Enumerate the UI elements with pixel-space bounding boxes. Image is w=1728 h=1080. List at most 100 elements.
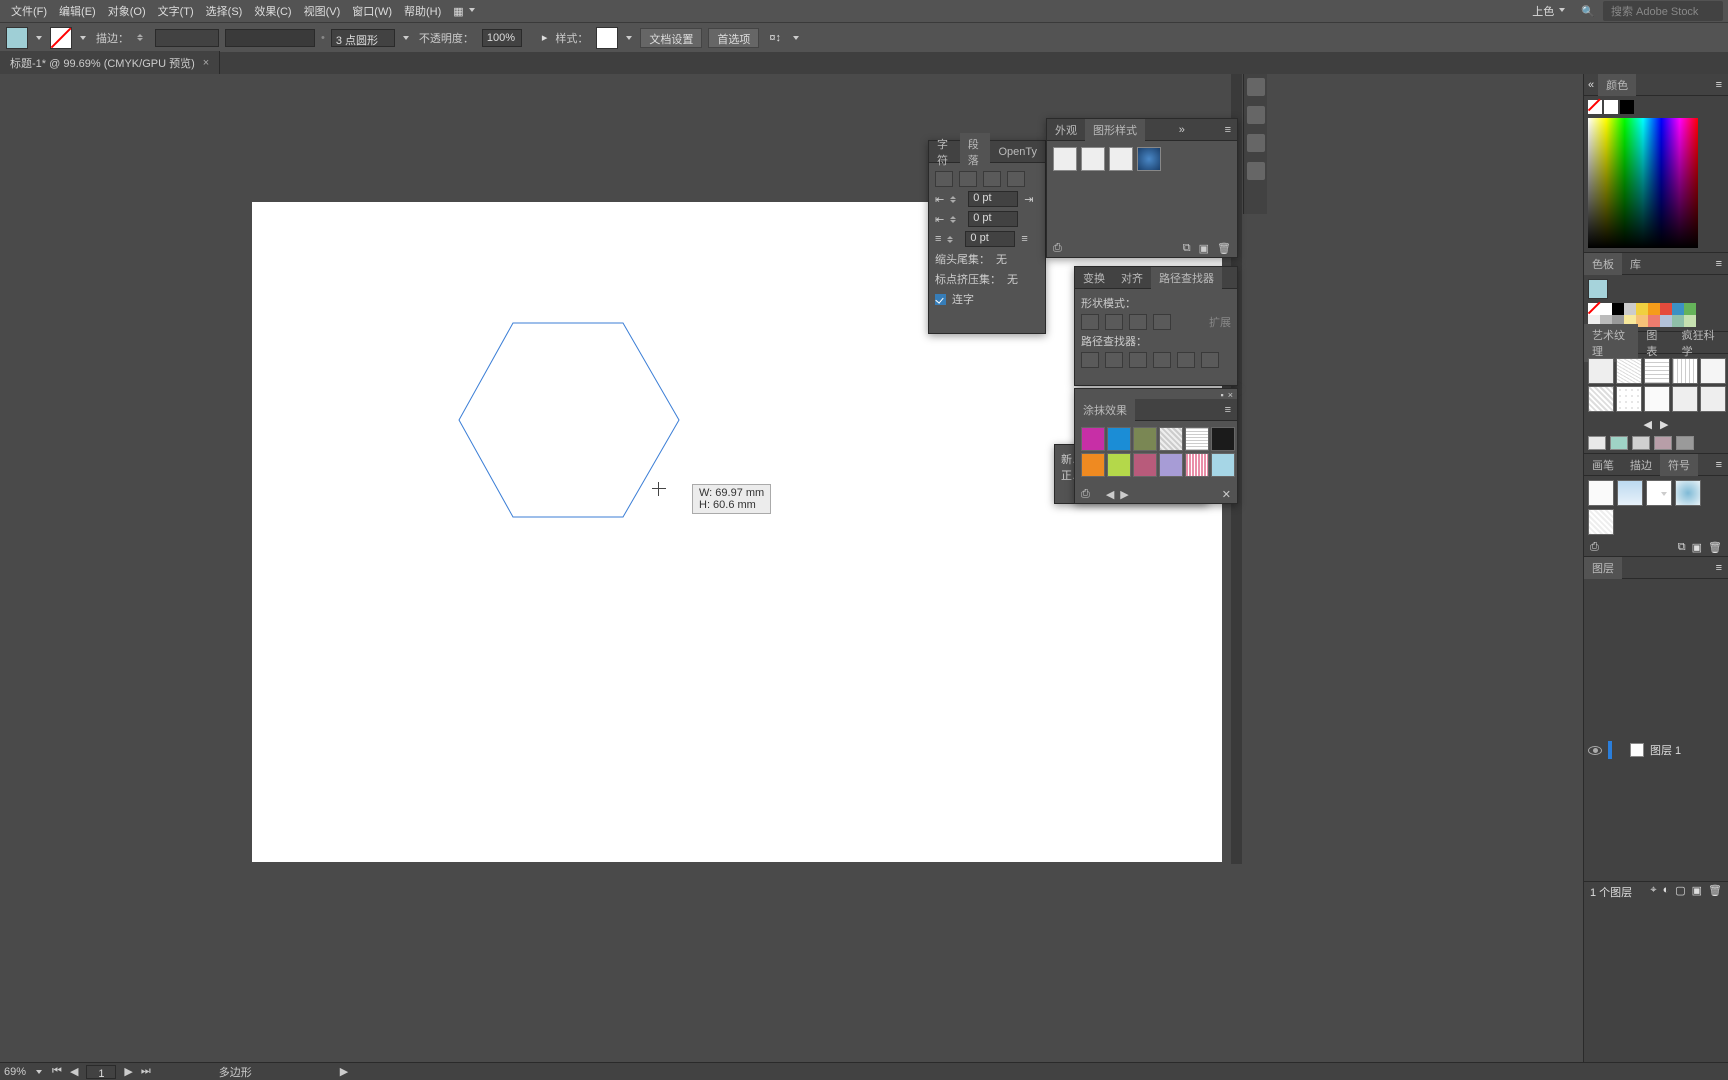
opacity-input[interactable]: 100%: [482, 29, 522, 47]
color-group-1[interactable]: [1588, 436, 1606, 450]
swatches-menu-icon[interactable]: ≡: [1710, 256, 1728, 272]
stroke-weight-stepper[interactable]: [137, 30, 149, 46]
first-line-input[interactable]: 0 pt: [968, 211, 1018, 227]
smudge-prev-icon[interactable]: ◀: [1106, 488, 1114, 501]
menu-object[interactable]: 对象(O): [102, 1, 152, 21]
intersect-icon[interactable]: [1129, 314, 1147, 330]
menu-edit[interactable]: 编辑(E): [53, 1, 102, 21]
pattern-4[interactable]: [1672, 358, 1698, 384]
indent-left-stepper[interactable]: [950, 191, 962, 207]
arrange-icon[interactable]: ▦: [447, 3, 482, 20]
document-tab[interactable]: 标题-1* @ 99.69% (CMYK/GPU 预览) ×: [0, 51, 220, 75]
smudge-sw-2[interactable]: [1107, 427, 1131, 451]
layer-locate-icon[interactable]: ⌖: [1650, 884, 1656, 900]
tab-chart[interactable]: 图表: [1638, 324, 1673, 362]
tab-close-icon[interactable]: ×: [203, 57, 209, 69]
sw-white[interactable]: [1600, 303, 1612, 315]
kinsoku-value[interactable]: 无: [996, 251, 1007, 267]
pattern-1[interactable]: [1588, 358, 1614, 384]
tab-opentype[interactable]: OpenTy: [990, 143, 1045, 161]
menu-effect[interactable]: 效果(C): [248, 1, 297, 21]
brush-definition[interactable]: 3 点圆形: [331, 29, 395, 47]
pattern-8[interactable]: [1644, 386, 1670, 412]
minus-front-icon[interactable]: [1105, 314, 1123, 330]
smudge-sw-5[interactable]: [1185, 427, 1209, 451]
tab-color[interactable]: 颜色: [1598, 74, 1636, 96]
pattern-3[interactable]: [1644, 358, 1670, 384]
pattern-9[interactable]: [1672, 386, 1698, 412]
menu-help[interactable]: 帮助(H): [398, 1, 447, 21]
pattern-10[interactable]: [1700, 386, 1726, 412]
sw-3[interactable]: [1624, 303, 1636, 315]
tab-art-texture[interactable]: 艺术纹理: [1584, 324, 1638, 362]
symbol-2[interactable]: [1617, 480, 1643, 506]
unite-icon[interactable]: [1081, 314, 1099, 330]
divide-icon[interactable]: [1081, 352, 1099, 368]
smudge-sw-4[interactable]: [1159, 427, 1183, 451]
color-group-5[interactable]: [1676, 436, 1694, 450]
prefs-button[interactable]: 首选项: [708, 28, 759, 48]
style-dropdown[interactable]: [624, 33, 634, 43]
outline-icon[interactable]: [1177, 352, 1195, 368]
layer-row[interactable]: 图层 1: [1584, 739, 1728, 761]
sw-5[interactable]: [1648, 303, 1660, 315]
hyphenate-checkbox[interactable]: [935, 294, 946, 305]
smudge-sw-3[interactable]: [1133, 427, 1157, 451]
color-group-3[interactable]: [1632, 436, 1650, 450]
tab-brush[interactable]: 画笔: [1584, 454, 1622, 476]
space-before-input[interactable]: 0 pt: [965, 231, 1015, 247]
gs-default-thumb[interactable]: [1053, 147, 1077, 171]
tab-align[interactable]: 对齐: [1113, 267, 1151, 289]
stroke-swatch[interactable]: [50, 27, 72, 49]
smudge-close-footer-icon[interactable]: ✕: [1222, 488, 1231, 501]
menu-window[interactable]: 窗口(W): [346, 1, 398, 21]
smudge-sw-12[interactable]: [1211, 453, 1235, 477]
layer-name[interactable]: 图层 1: [1650, 742, 1681, 758]
color-menu-icon[interactable]: ≡: [1710, 77, 1728, 93]
tab-layers[interactable]: 图层: [1584, 557, 1622, 579]
sw-7[interactable]: [1672, 303, 1684, 315]
pattern-7[interactable]: [1616, 386, 1642, 412]
symbol-dropdown[interactable]: [1646, 480, 1672, 506]
fill-swatch[interactable]: [6, 27, 28, 49]
color-expand-icon[interactable]: «: [1584, 79, 1598, 91]
dock-icon-4[interactable]: [1247, 162, 1265, 180]
dock-icon-3[interactable]: [1247, 134, 1265, 152]
merge-icon[interactable]: [1129, 352, 1147, 368]
pattern-prev-icon[interactable]: ◀: [1644, 418, 1652, 431]
exclude-icon[interactable]: [1153, 314, 1171, 330]
tab-mad-science[interactable]: 疯狂科学: [1674, 324, 1728, 362]
symbol-trash-icon[interactable]: 🗑: [1708, 541, 1722, 554]
color-spectrum[interactable]: [1588, 118, 1698, 248]
sw-8[interactable]: [1684, 303, 1696, 315]
stroke-weight-input[interactable]: [155, 29, 219, 47]
dock-icon-2[interactable]: [1247, 106, 1265, 124]
zoom-level[interactable]: 69%: [4, 1066, 26, 1078]
stroke-dropdown[interactable]: [78, 33, 88, 43]
sw-4[interactable]: [1636, 303, 1648, 315]
hexagon-shape[interactable]: [458, 322, 680, 522]
colorize-dropdown[interactable]: 上色: [1526, 1, 1573, 21]
graphic-styles-collapse[interactable]: »: [1173, 122, 1191, 138]
gs-thumb-2[interactable]: [1081, 147, 1105, 171]
layer-new-icon[interactable]: ▣: [1692, 884, 1702, 900]
indent-left-input[interactable]: 0 pt: [968, 191, 1018, 207]
page-input[interactable]: 1: [86, 1065, 116, 1079]
current-swatch[interactable]: [1588, 279, 1608, 299]
align-left-icon[interactable]: [935, 171, 953, 187]
mojikumi-value[interactable]: 无: [1007, 271, 1018, 287]
symbol-link-icon[interactable]: ⧉: [1678, 541, 1686, 554]
smudge-sw-11[interactable]: [1185, 453, 1209, 477]
sw-6[interactable]: [1660, 303, 1672, 315]
gs-new-icon[interactable]: ▣: [1199, 242, 1209, 255]
tab-pathfinder[interactable]: 路径查找器: [1151, 267, 1222, 289]
graphic-styles-menu-icon[interactable]: ≡: [1219, 122, 1237, 138]
smudge-sw-1[interactable]: [1081, 427, 1105, 451]
brush-dropdown[interactable]: [401, 33, 411, 43]
first-page-icon[interactable]: ⏮: [52, 1065, 62, 1078]
doc-setup-button[interactable]: 文档设置: [640, 28, 702, 48]
tab-paragraph[interactable]: 段落: [960, 133, 991, 171]
smudge-sw-7[interactable]: [1081, 453, 1105, 477]
gs-library-icon[interactable]: ⎙: [1053, 242, 1062, 255]
symbol-1[interactable]: [1588, 480, 1614, 506]
